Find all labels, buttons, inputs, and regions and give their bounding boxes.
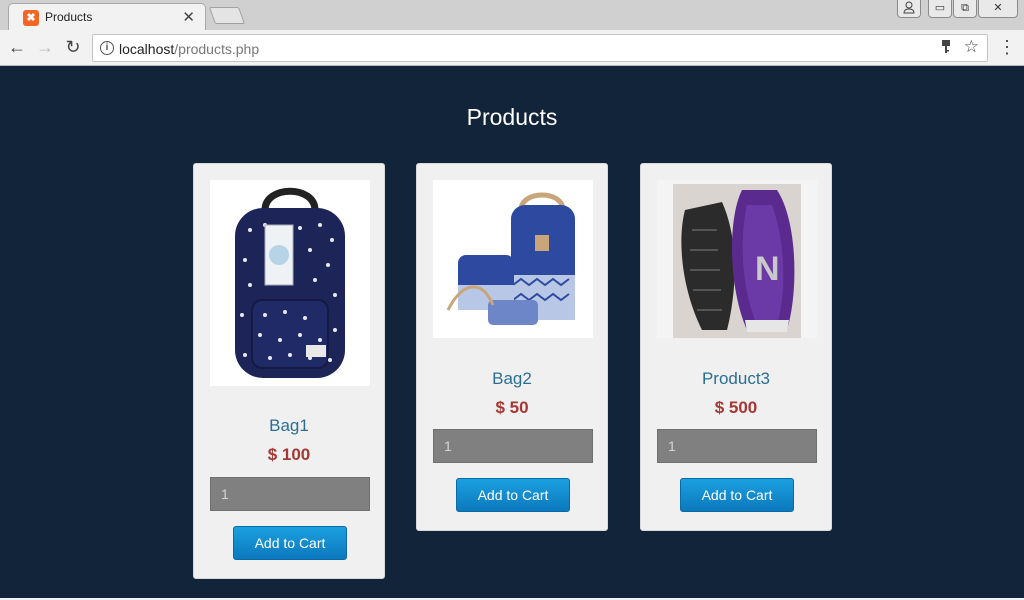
- kebab-menu-icon[interactable]: ⋮: [998, 36, 1016, 60]
- window-close-icon[interactable]: ✕: [978, 0, 1018, 18]
- add-to-cart-button[interactable]: Add to Cart: [680, 478, 794, 512]
- quantity-input[interactable]: [657, 429, 817, 463]
- product-image-backpack-set: [433, 180, 593, 338]
- product-card-product3: N Product3 $ 500 Add to Cart: [640, 163, 832, 531]
- product-price: $ 500: [714, 398, 758, 417]
- product-name: Bag2: [492, 369, 532, 388]
- quantity-input[interactable]: [433, 429, 593, 463]
- bookmark-star-icon[interactable]: ☆: [964, 37, 979, 57]
- add-to-cart-button[interactable]: Add to Cart: [233, 526, 347, 560]
- browser-toolbar: ← → ↻ i localhost/products.php ☆ ⋮: [0, 30, 1024, 66]
- product-price: $ 100: [267, 445, 311, 464]
- page-title: Products: [466, 104, 558, 130]
- forward-arrow-icon[interactable]: →: [34, 36, 56, 58]
- product-image-backpack: [210, 180, 370, 386]
- product-name: Product3: [701, 369, 771, 388]
- product-image-sneakers: N: [657, 180, 817, 338]
- minimize-icon[interactable]: ▭: [928, 0, 952, 18]
- quantity-input[interactable]: [210, 477, 370, 511]
- tab-close-icon[interactable]: ✕: [182, 8, 195, 26]
- tab-strip: ✖ Products ✕ ▭ ⧉ ✕: [0, 0, 1024, 30]
- key-icon[interactable]: [941, 39, 951, 58]
- url-text: localhost/products.php: [119, 41, 259, 57]
- url-host: localhost: [119, 41, 175, 57]
- tab-title: Products: [45, 10, 93, 24]
- reload-icon[interactable]: ↻: [62, 36, 84, 58]
- url-path: /products.php: [174, 41, 260, 57]
- browser-tab[interactable]: ✖ Products ✕: [8, 3, 206, 30]
- address-bar[interactable]: i localhost/products.php ☆: [92, 34, 988, 62]
- add-to-cart-button[interactable]: Add to Cart: [456, 478, 570, 512]
- restore-icon[interactable]: ⧉: [953, 0, 977, 18]
- profile-icon[interactable]: [897, 0, 921, 18]
- product-price: $ 50: [495, 398, 529, 417]
- product-card-bag2: Bag2 $ 50 Add to Cart: [416, 163, 608, 531]
- xampp-favicon-icon: ✖: [23, 10, 39, 26]
- back-arrow-icon[interactable]: ←: [6, 36, 28, 58]
- svg-text:N: N: [755, 250, 780, 288]
- browser-chrome: ✖ Products ✕ ▭ ⧉ ✕ ← → ↻ i localhost/pro…: [0, 0, 1024, 66]
- product-card-bag1: Bag1 $ 100 Add to Cart: [193, 163, 385, 579]
- info-icon[interactable]: i: [100, 41, 114, 55]
- new-tab-button[interactable]: [208, 7, 246, 24]
- product-name: Bag1: [269, 416, 309, 435]
